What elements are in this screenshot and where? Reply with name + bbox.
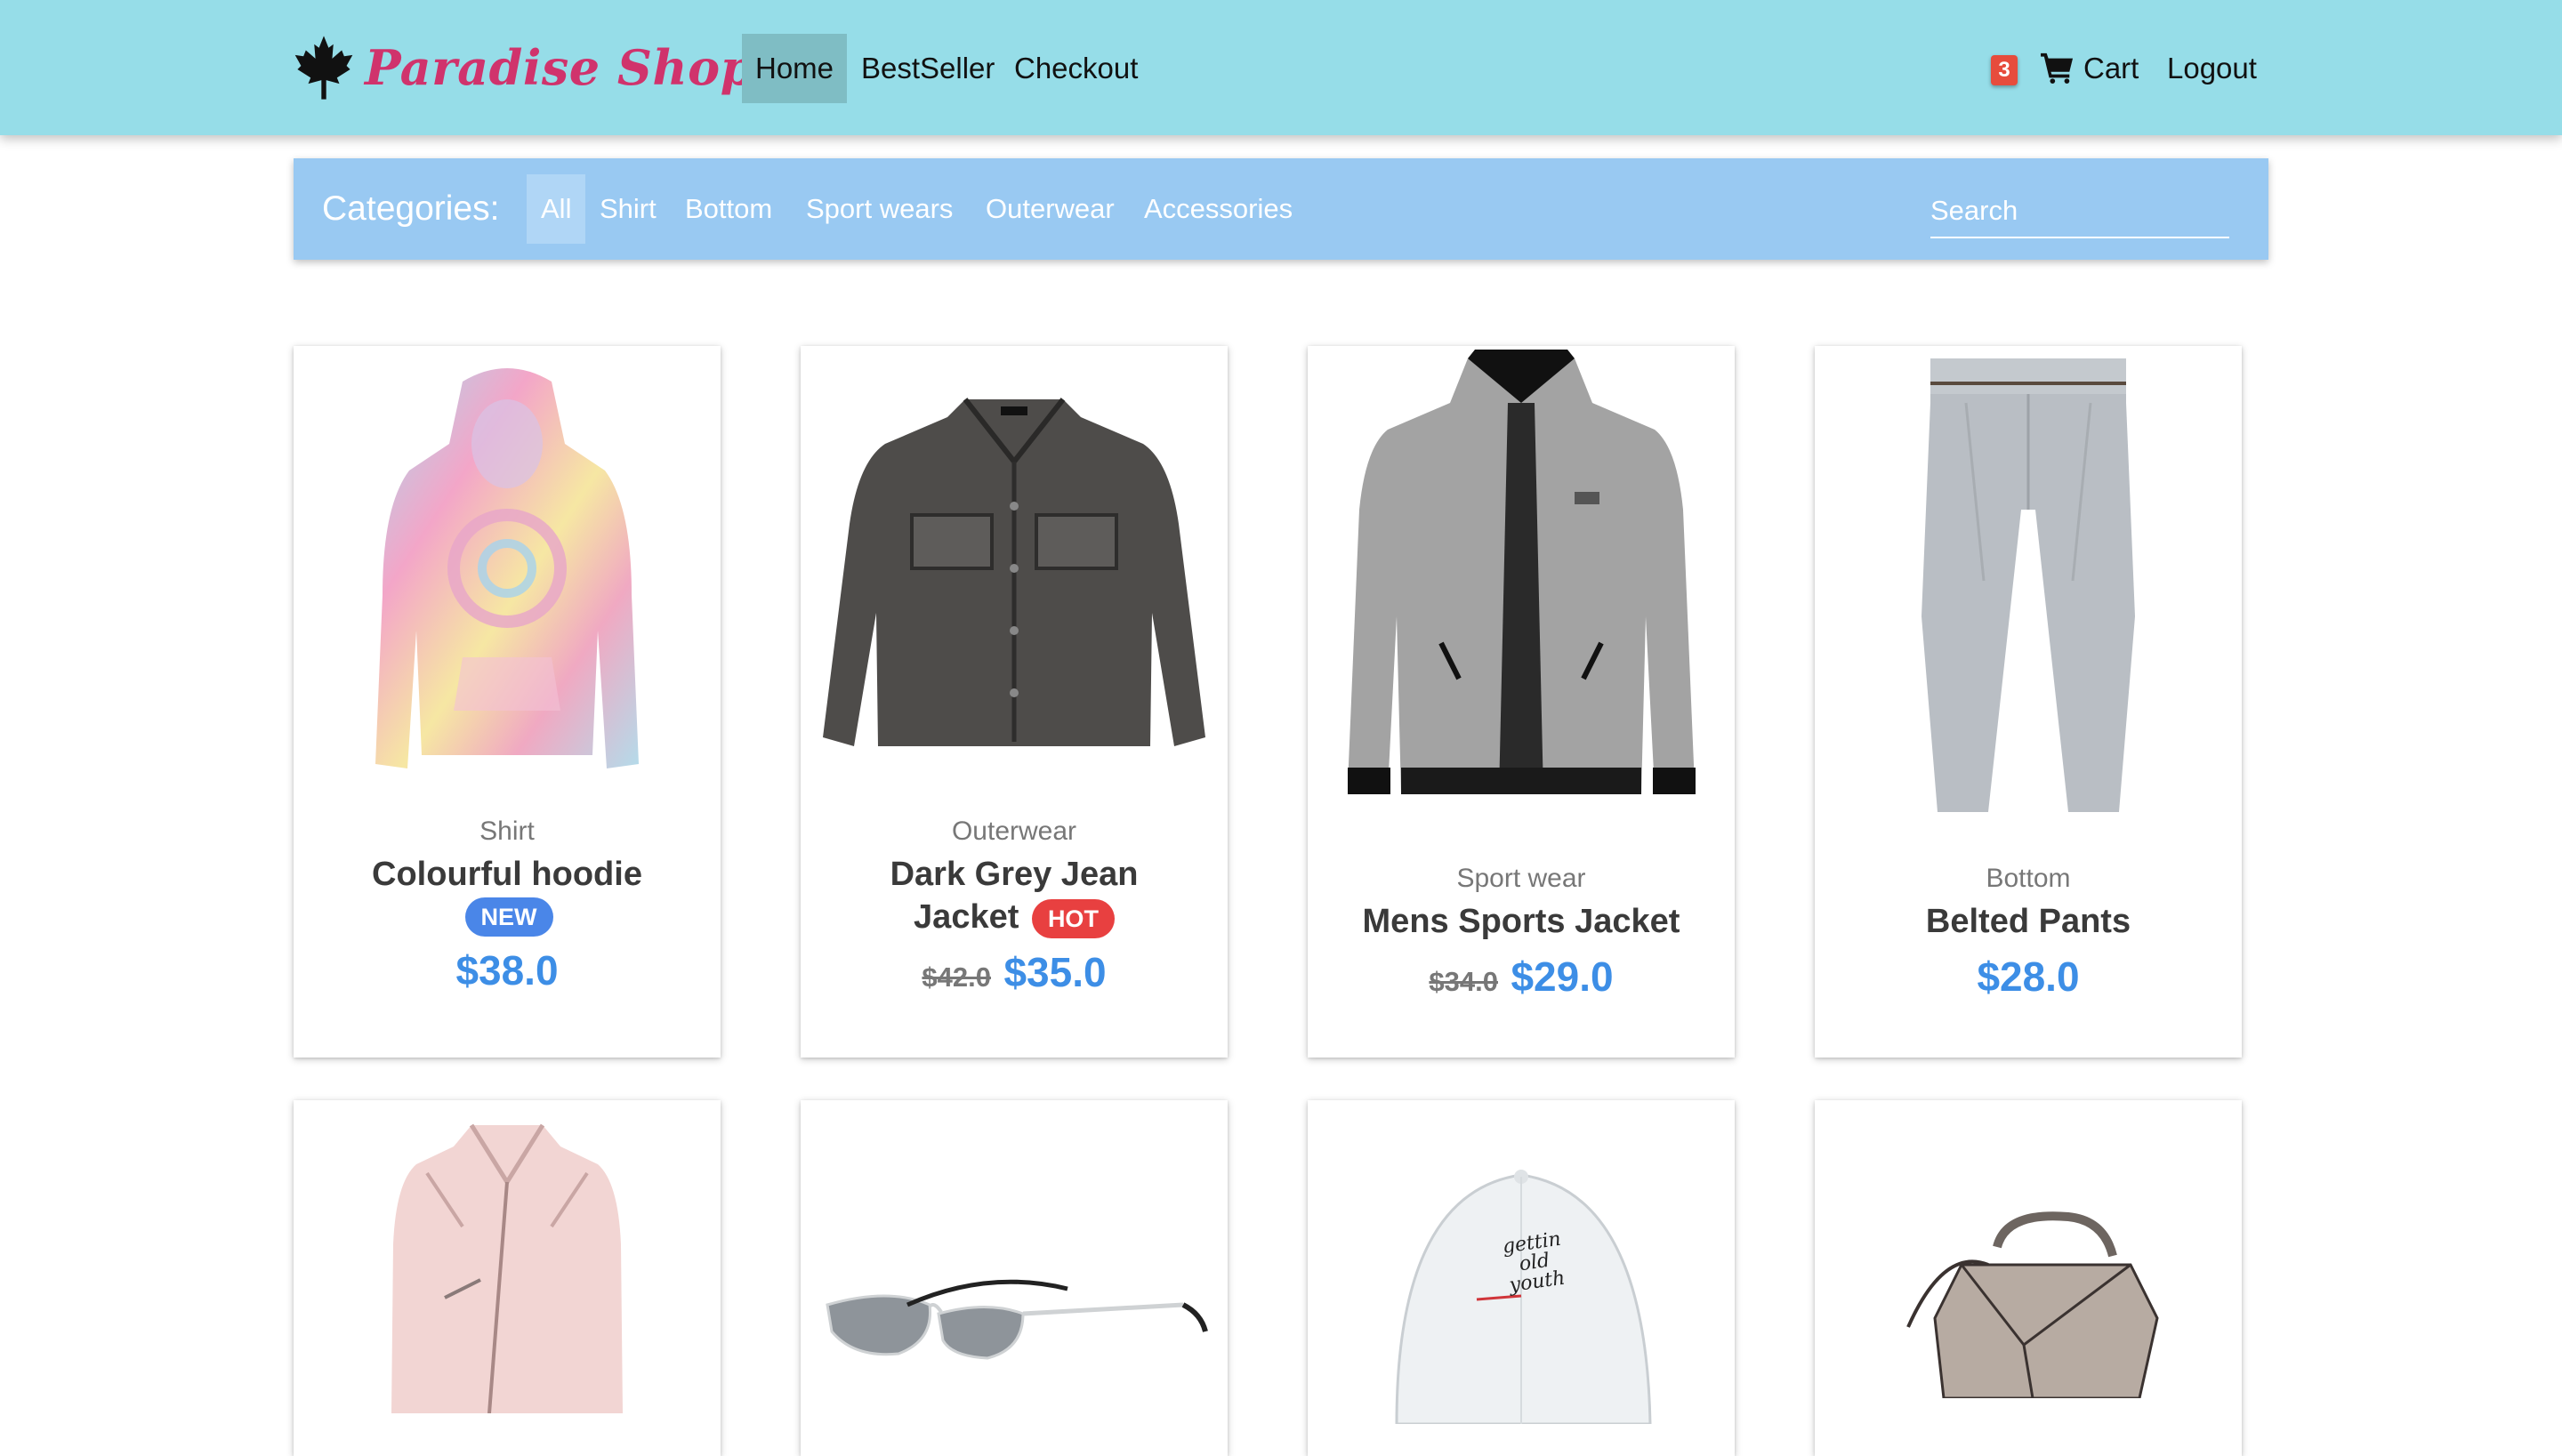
product-card[interactable] xyxy=(801,1100,1228,1456)
product-price: $38.0 xyxy=(455,947,559,993)
product-info: Bottom Belted Pants $28.0 xyxy=(1815,861,2242,1014)
product-title[interactable]: Belted Pants xyxy=(1815,900,2242,943)
category-accessories[interactable]: Accessories xyxy=(1130,174,1307,244)
product-old-price: $42.0 xyxy=(922,961,991,993)
brand-name: Paradise Shop xyxy=(365,39,754,96)
product-image-sunglasses[interactable] xyxy=(801,1278,1228,1367)
product-category: Shirt xyxy=(479,816,535,846)
nav-logout-link[interactable]: Logout xyxy=(2153,34,2271,103)
search-input[interactable] xyxy=(1930,185,2229,238)
product-image-pink-leather-jacket[interactable] xyxy=(294,1120,721,1413)
product-card[interactable]: Shirt Colourful hoodie NEW $38.0 xyxy=(294,346,721,1058)
product-category: Bottom xyxy=(1986,864,2071,893)
product-image-belted-pants[interactable] xyxy=(1815,350,2242,821)
product-image-denim-jacket[interactable] xyxy=(801,382,1228,773)
product-price: $29.0 xyxy=(1511,953,1614,1000)
category-shirt[interactable]: Shirt xyxy=(585,174,671,244)
top-navbar: Paradise Shop Home BestSeller Checkout 3… xyxy=(0,0,2562,135)
new-badge: NEW xyxy=(464,897,553,937)
product-info: Outerwear Dark Grey Jean Jacket HOT $42.… xyxy=(801,814,1228,1010)
product-title[interactable]: Dark Grey Jean Jacket HOT xyxy=(801,853,1228,938)
nav-cart-link[interactable]: Cart xyxy=(2069,34,2153,103)
product-card[interactable]: Outerwear Dark Grey Jean Jacket HOT $42.… xyxy=(801,346,1228,1058)
product-title[interactable]: Mens Sports Jacket xyxy=(1308,900,1735,943)
product-category: Outerwear xyxy=(951,816,1077,846)
category-bottom[interactable]: Bottom xyxy=(671,174,786,244)
product-image-hoodie[interactable] xyxy=(294,364,721,782)
product-price: $28.0 xyxy=(1977,953,2080,1000)
product-card[interactable]: Sport wear Mens Sports Jacket $34.0 $29.… xyxy=(1308,346,1735,1058)
product-info: Sport wear Mens Sports Jacket $34.0 $29.… xyxy=(1308,861,1735,1014)
nav-home-link[interactable]: Home xyxy=(742,34,847,103)
product-title-line2: Jacket xyxy=(914,898,1019,936)
brand[interactable]: Paradise Shop xyxy=(294,32,754,103)
product-image-handbag[interactable] xyxy=(1815,1211,2242,1398)
product-image-sports-jacket[interactable] xyxy=(1308,350,1735,821)
category-all[interactable]: All xyxy=(527,174,586,244)
product-title[interactable]: Colourful hoodie xyxy=(294,853,721,896)
product-card[interactable] xyxy=(1815,1100,2242,1456)
category-sport-wears[interactable]: Sport wears xyxy=(792,174,967,244)
nav-bestseller-link[interactable]: BestSeller xyxy=(847,34,1009,103)
nav-checkout-link[interactable]: Checkout xyxy=(1000,34,1152,103)
product-card[interactable] xyxy=(294,1100,721,1456)
product-info: Shirt Colourful hoodie NEW $38.0 xyxy=(294,814,721,1008)
product-title-line1: Dark Grey Jean xyxy=(890,856,1139,893)
product-card[interactable]: Bottom Belted Pants $28.0 xyxy=(1815,346,2242,1058)
maple-leaf-icon xyxy=(294,35,354,101)
categories-label: Categories: xyxy=(322,189,500,228)
product-category: Sport wear xyxy=(1456,864,1586,893)
category-outerwear[interactable]: Outerwear xyxy=(971,174,1129,244)
product-old-price: $34.0 xyxy=(1429,966,1498,997)
hot-badge: HOT xyxy=(1031,898,1115,938)
product-price: $35.0 xyxy=(1003,949,1107,995)
product-card[interactable]: gettin old youth xyxy=(1308,1100,1735,1456)
category-bar: Categories: All Shirt Bottom Sport wears… xyxy=(294,158,2268,260)
cart-count-badge: 3 xyxy=(1991,55,2018,85)
